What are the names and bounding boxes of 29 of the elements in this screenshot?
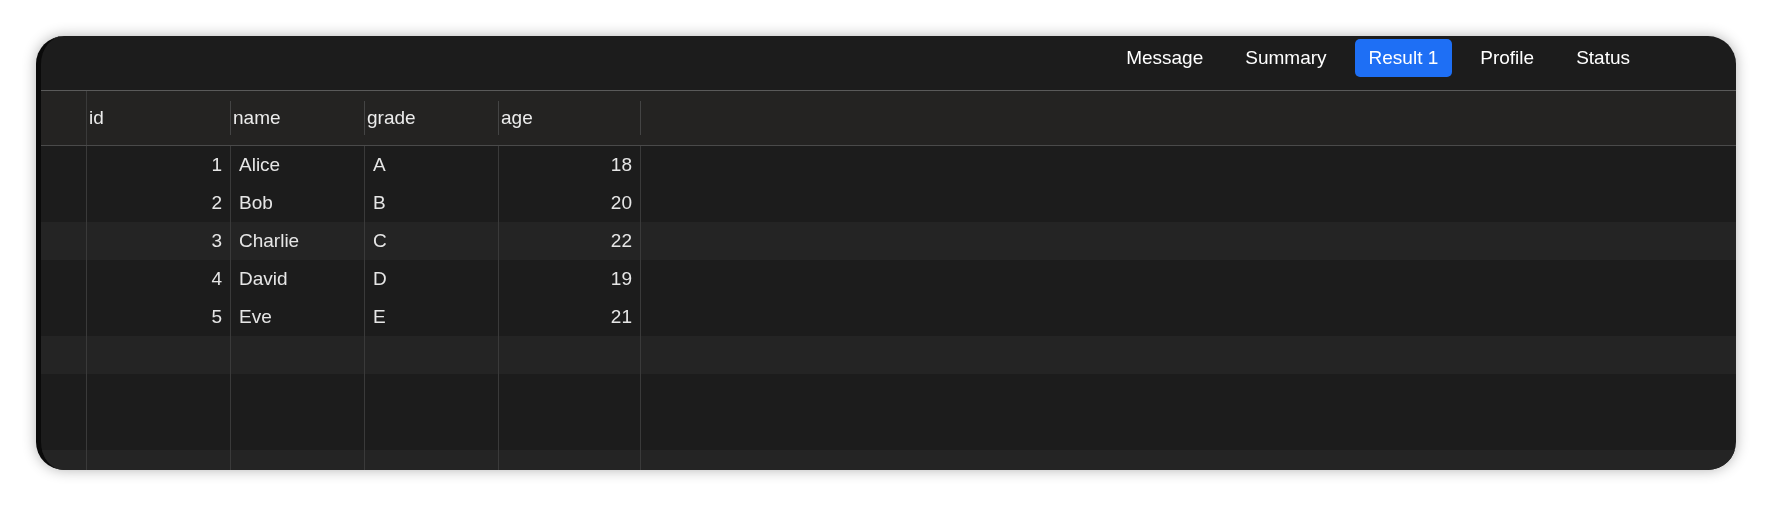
table-cell: B (373, 192, 386, 213)
table-cell: Bob (239, 192, 273, 213)
table-cell: 21 (610, 306, 632, 327)
table-cell: 19 (610, 268, 632, 289)
table-cell: 20 (610, 192, 632, 213)
table-cell: 18 (610, 154, 632, 175)
table-cell: David (239, 268, 288, 289)
column-header[interactable]: name (233, 107, 281, 129)
table-cell: 3 (211, 230, 222, 251)
table-cell: 22 (610, 230, 632, 251)
table-cell: Charlie (239, 230, 300, 251)
tab[interactable]: Message (1112, 39, 1218, 77)
table-cell: C (373, 230, 387, 251)
table-cell: 4 (211, 268, 222, 289)
column-header[interactable]: id (89, 107, 104, 129)
table-cell: D (373, 268, 387, 289)
table-cell: Alice (239, 154, 281, 175)
table-cell: E (373, 306, 386, 327)
tab[interactable]: Summary (1231, 39, 1341, 77)
table-cell: A (373, 154, 386, 175)
tab[interactable]: Result 1 (1354, 39, 1453, 77)
table-cell: 2 (211, 192, 222, 213)
tab[interactable]: Status (1562, 39, 1644, 77)
table-cell: Eve (239, 306, 272, 327)
column-header[interactable]: age (501, 107, 533, 129)
column-header[interactable]: grade (367, 107, 416, 129)
tab[interactable]: Profile (1466, 39, 1549, 77)
table-cell: 1 (211, 154, 222, 175)
table-cell: 5 (211, 306, 222, 327)
